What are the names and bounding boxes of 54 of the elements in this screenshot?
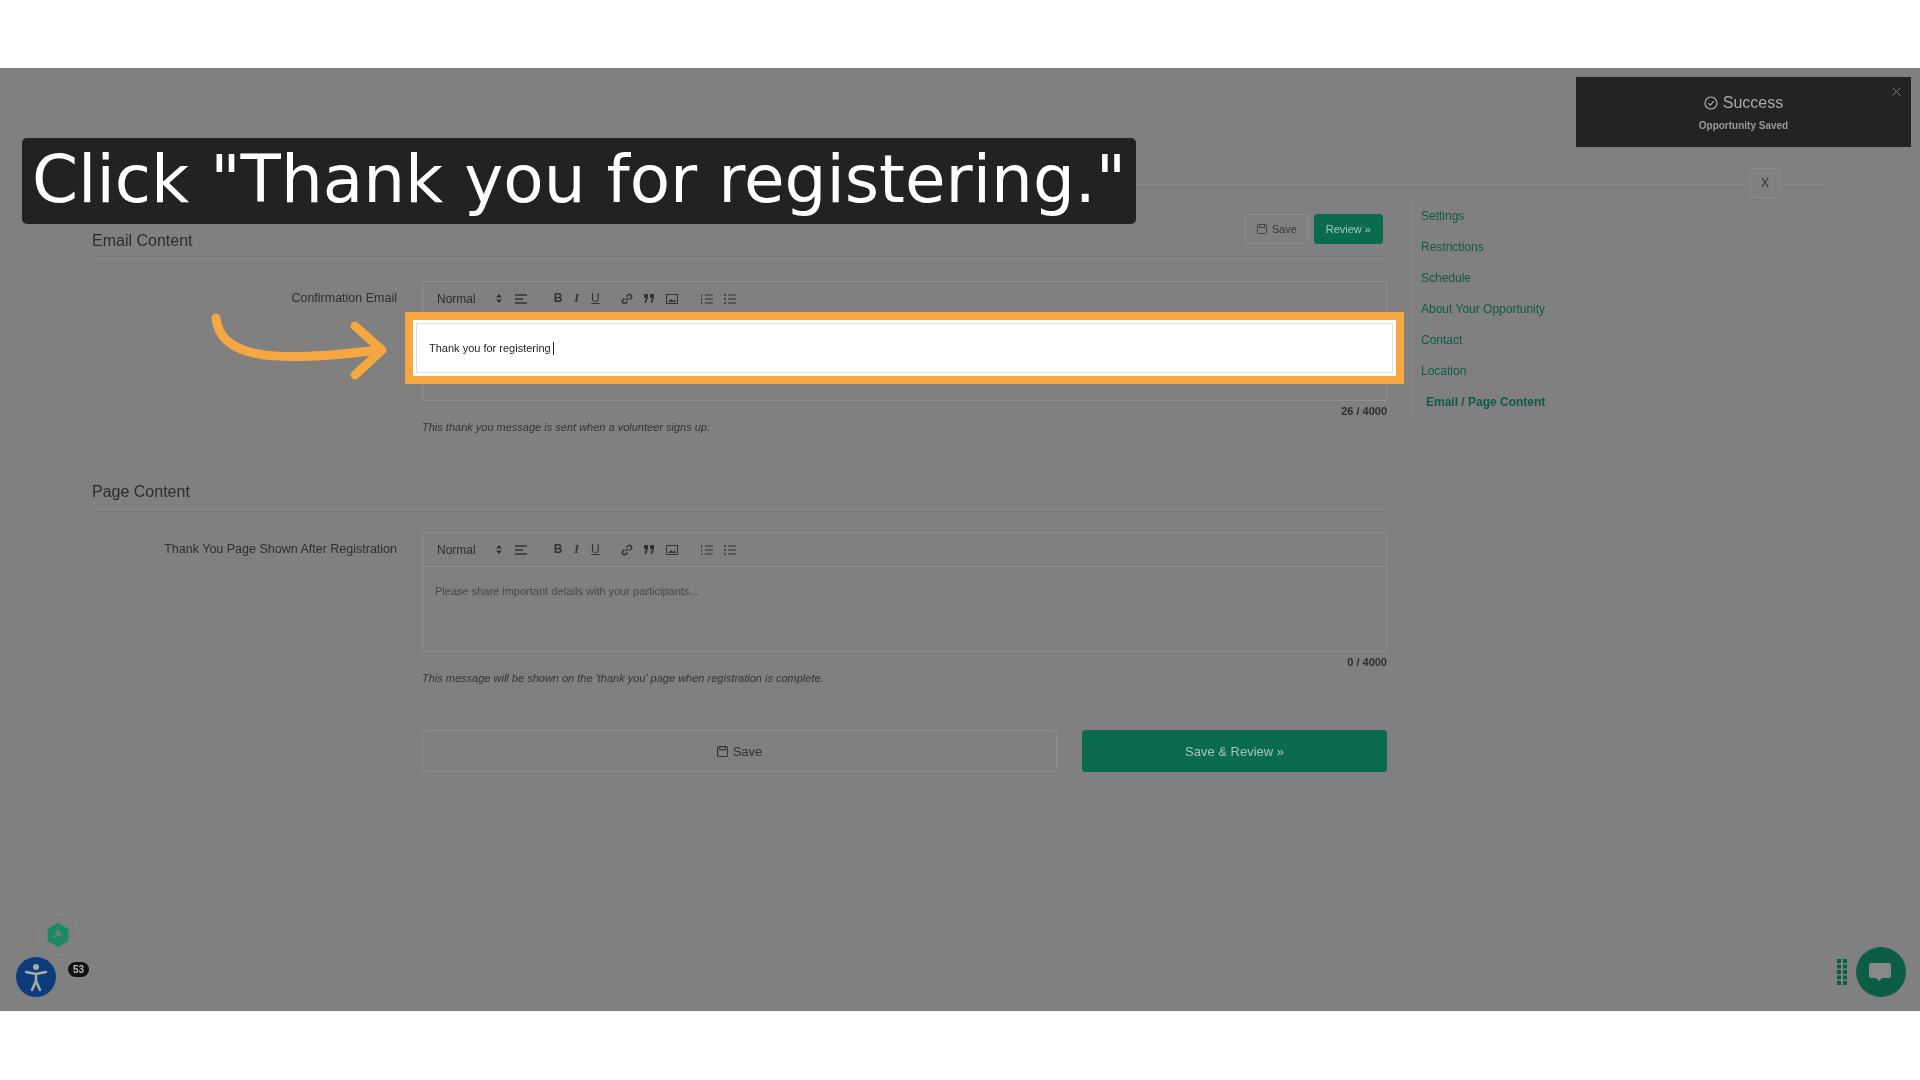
instruction-callout: Click "Thank you for registering." <box>22 138 1137 224</box>
updown-caret-icon <box>495 545 502 554</box>
close-button[interactable]: X <box>1750 168 1780 198</box>
character-counter: 0 / 4000 <box>1346 656 1387 668</box>
sidebar-link[interactable]: About Your Opportunity <box>1421 302 1546 316</box>
align-icon[interactable] <box>514 293 527 304</box>
sidebar-link[interactable]: Settings <box>1421 209 1546 223</box>
format-dropdown[interactable]: Normal <box>437 291 502 306</box>
numbered-list-icon[interactable] <box>700 544 713 555</box>
quote-icon[interactable] <box>643 294 655 303</box>
character-counter: 26 / 4000 <box>1340 405 1387 417</box>
sidebar-link[interactable]: Location <box>1421 364 1546 378</box>
hexagon-arrow-icon <box>47 923 69 947</box>
save-button[interactable]: Save <box>422 730 1057 772</box>
format-button[interactable]: B <box>553 542 563 557</box>
sidebar-link[interactable]: Contact <box>1421 333 1546 347</box>
sidebar-link[interactable]: Email / Page Content <box>1421 395 1546 409</box>
image-icon[interactable] <box>665 544 678 555</box>
notification-count-badge: 53 <box>68 962 90 977</box>
save-button[interactable]: Save <box>1244 214 1309 244</box>
link-icon[interactable] <box>620 543 633 556</box>
grid-dots-icon[interactable] <box>1837 959 1847 985</box>
format-button[interactable]: I <box>574 291 579 306</box>
bullet-list-icon[interactable] <box>723 544 736 555</box>
section-heading: Email Content <box>92 232 193 250</box>
align-icon[interactable] <box>514 544 527 555</box>
field-label: Confirmation Email <box>291 291 397 305</box>
sidebar-link[interactable]: Schedule <box>1421 271 1546 285</box>
quote-icon[interactable] <box>643 545 655 554</box>
updown-caret-icon <box>495 294 502 303</box>
section-heading: Page Content <box>92 483 190 501</box>
field-hint: This thank you message is sent when a volunteer signs up. <box>422 421 711 433</box>
link-icon[interactable] <box>620 292 633 305</box>
format-button[interactable]: B <box>553 291 563 306</box>
format-button[interactable]: U <box>591 291 600 306</box>
image-icon[interactable] <box>665 293 678 304</box>
sidebar-link[interactable]: Restrictions <box>1421 240 1546 254</box>
toast-title: Success <box>1722 93 1784 112</box>
text-cursor <box>552 341 554 355</box>
chat-bubble-icon[interactable] <box>1856 947 1906 997</box>
field-hint: This message will be shown on the 'thank you' page when registration is complete. <box>422 672 825 684</box>
format-dropdown[interactable]: Normal <box>437 542 502 557</box>
review-button[interactable]: Review » <box>1313 214 1383 244</box>
field-label: Thank You Page Shown After Registration <box>164 542 397 556</box>
numbered-list-icon[interactable] <box>700 293 713 304</box>
accessibility-icon[interactable] <box>16 957 56 997</box>
bullet-list-icon[interactable] <box>723 293 736 304</box>
editor-text[interactable]: Thank you for registering <box>429 342 551 354</box>
format-button[interactable]: I <box>574 542 579 557</box>
check-circle-icon <box>1703 95 1718 110</box>
close-icon[interactable] <box>1892 87 1901 96</box>
format-button[interactable]: U <box>591 542 600 557</box>
toast-message: Opportunity Saved <box>1698 119 1789 131</box>
save-and-review-button[interactable]: Save & Review » <box>1082 730 1387 772</box>
